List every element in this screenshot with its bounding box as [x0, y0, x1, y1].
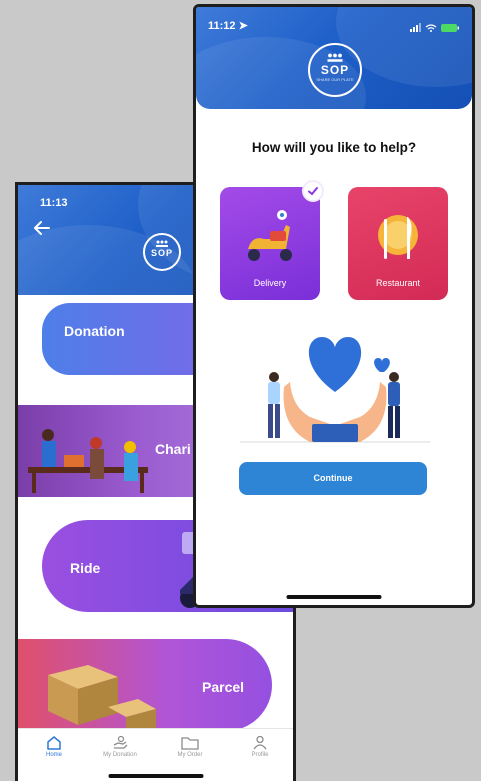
parcel-card[interactable]: Parcel: [18, 639, 272, 731]
sop-logo: SOP: [143, 233, 181, 271]
option-label: Delivery: [253, 278, 287, 288]
home-indicator: [286, 595, 382, 599]
tab-label: My Order: [177, 752, 203, 758]
tab-profile[interactable]: Profile: [230, 735, 290, 758]
tab-my-order[interactable]: My Order: [160, 735, 220, 758]
restaurant-option[interactable]: Restaurant: [348, 187, 448, 300]
helping-hands-illustration: [240, 337, 430, 443]
card-label: Parcel: [202, 679, 245, 695]
user-icon: [253, 735, 267, 750]
tab-label: Profile: [251, 752, 269, 758]
continue-button[interactable]: Continue: [239, 462, 427, 495]
status-time-text: 11:12: [208, 20, 236, 32]
home-icon: [47, 736, 61, 750]
status-time: 11:12 ➤: [208, 19, 248, 32]
question-heading: How will you like to help?: [251, 140, 417, 155]
selected-check-icon: [302, 180, 324, 202]
sop-logo: SOP SHARE OUR PLATE: [308, 43, 362, 97]
plate-cutlery-icon: [378, 215, 418, 259]
status-time: 11:13: [40, 197, 68, 209]
arrow-left-icon[interactable]: [34, 221, 50, 240]
home-indicator: [108, 774, 203, 778]
option-label: Restaurant: [375, 278, 421, 288]
help-selection-screen: 11:12 ➤ SOP SHARE OUR PLATE How will you…: [193, 4, 475, 608]
tab-home[interactable]: Home: [24, 735, 84, 758]
tab-label: My Donation: [103, 752, 137, 758]
logo-text: SOP: [150, 248, 173, 258]
delivery-option[interactable]: Delivery: [220, 187, 320, 300]
folder-icon: [181, 737, 199, 750]
location-arrow-icon: ➤: [238, 20, 248, 32]
tab-my-donation[interactable]: My Donation: [90, 735, 150, 758]
card-label: Donation: [64, 323, 125, 339]
logo-tagline: SHARE OUR PLATE: [316, 77, 354, 82]
donation-hand-icon: [113, 735, 128, 749]
scooter-icon: [248, 210, 292, 261]
card-label: Ride: [70, 560, 101, 576]
status-indicators: [410, 20, 460, 38]
card-label: Chari: [155, 441, 191, 457]
logo-text: SOP: [320, 63, 350, 77]
tab-label: Home: [45, 752, 62, 758]
